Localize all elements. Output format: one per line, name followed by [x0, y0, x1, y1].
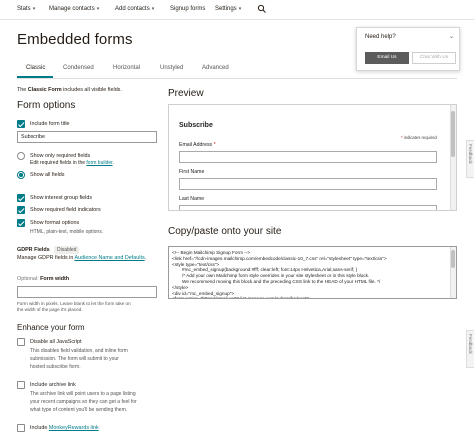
intro-text: The Classic Form includes all visible fi…	[17, 87, 122, 93]
code-scrollbar[interactable]	[450, 247, 456, 298]
embed-code-textarea[interactable]: <!-- Begin Mailchimp Signup Form --> <lin…	[168, 246, 457, 299]
nav-manage-contacts[interactable]: Manage contacts ▾	[49, 6, 99, 12]
tab-horizontal[interactable]: Horizontal	[113, 65, 140, 71]
need-help-title: Need help?	[365, 34, 396, 40]
preview-heading: Preview	[168, 88, 204, 99]
format-options-label: Show format options	[30, 220, 80, 226]
interest-groups-checkbox[interactable]	[17, 194, 25, 202]
nav-settings-label: Settings	[215, 6, 237, 12]
archive-desc-2: your recent campaigns so they can get a …	[30, 399, 137, 405]
disable-js-label: Disable all JavaScript	[30, 339, 82, 345]
feedback-tab-lower[interactable]: Feedback	[466, 330, 474, 368]
embed-code-lines: <!-- Begin Mailchimp Signup Form --> <lin…	[172, 250, 448, 299]
gdpr-label: GDPR Fields	[17, 247, 50, 253]
only-required-label: Show only required fields	[30, 153, 91, 159]
feedback-tab[interactable]: Feedback	[466, 140, 474, 178]
email-us-button[interactable]: Email Us	[365, 52, 409, 64]
required-indicators-label: Show required field indicators	[30, 207, 101, 213]
disable-js-desc-3: hosted subscribe form.	[30, 364, 81, 370]
disable-js-checkbox[interactable]	[17, 338, 25, 346]
preview-email-input[interactable]	[179, 151, 437, 163]
enhance-heading: Enhance your form	[17, 323, 85, 332]
form-options-heading: Form options	[17, 100, 76, 111]
form-width-input[interactable]	[17, 286, 157, 298]
page-title: Embedded forms	[17, 31, 133, 48]
archive-desc-3: what type of content you'll be sending t…	[30, 407, 128, 413]
interest-groups-label: Show interest group fields	[30, 195, 93, 201]
code-scroll-thumb[interactable]	[451, 250, 455, 268]
all-fields-radio[interactable]	[17, 171, 25, 179]
feedback-label: Feedback	[468, 144, 473, 164]
disable-js-desc-2: submission. The form will submit to your	[30, 356, 119, 362]
chevron-down-icon: ▾	[151, 6, 155, 12]
tab-condensed[interactable]: Condensed	[63, 65, 94, 71]
search-icon[interactable]	[257, 4, 267, 14]
preview-email-label: Email Address *	[179, 142, 216, 148]
active-tab-indicator	[17, 76, 53, 78]
audience-defaults-link[interactable]: Audience Name and Defaults	[75, 255, 145, 261]
only-required-sub: Edit required fields in the form builder…	[30, 160, 114, 166]
form-preview: Subscribe * indicates required Email Add…	[168, 104, 457, 211]
nav-add-contacts-label: Add contacts	[115, 6, 150, 12]
format-options-checkbox[interactable]	[17, 219, 25, 227]
archive-desc-1: The archive link will point users to a p…	[30, 391, 136, 397]
feedback-label-lower: Feedback	[468, 334, 473, 354]
nav-add-contacts[interactable]: Add contacts ▾	[115, 6, 154, 12]
archive-link-checkbox[interactable]	[17, 381, 25, 389]
chevron-down-icon: ▾	[32, 6, 36, 12]
chevron-down-icon[interactable]: ⌄	[449, 33, 454, 40]
monkey-rewards-link[interactable]: MonkeyRewards link	[49, 425, 99, 431]
nav-stats[interactable]: Stats ▾	[17, 6, 35, 12]
chevron-down-icon: ▾	[238, 6, 242, 12]
only-required-radio[interactable]	[17, 152, 25, 160]
need-help-popup: Need help? ⌄ Email Us Chat With Us	[356, 27, 460, 71]
preview-last-name-input[interactable]	[179, 205, 437, 210]
preview-last-name-label: Last Name	[179, 196, 205, 202]
preview-form-title: Subscribe	[179, 122, 213, 129]
preview-scroll-thumb[interactable]	[451, 111, 455, 157]
form-width-help-1: Form width in pixels. Leave blank to let…	[17, 301, 131, 306]
monkey-rewards-checkbox[interactable]	[17, 424, 25, 432]
nav-settings[interactable]: Settings ▾	[215, 6, 241, 12]
form-width-label: Optional: Form width	[17, 276, 70, 282]
chevron-down-icon: ▾	[96, 6, 100, 12]
preview-first-name-input[interactable]	[179, 178, 437, 190]
tab-classic[interactable]: Classic	[26, 65, 45, 71]
nav-manage-contacts-label: Manage contacts	[49, 6, 95, 12]
preview-first-name-label: First Name	[179, 169, 205, 175]
form-width-help-2: the width of the page it's placed.	[17, 307, 83, 312]
monkey-rewards-label: Include MonkeyRewards link	[30, 425, 99, 431]
nav-signup-forms-label: Signup forms	[170, 6, 206, 12]
code-line: <form action="https://gmail.us20.list-ma…	[172, 296, 309, 299]
include-title-checkbox[interactable]	[17, 120, 25, 128]
top-nav: Stats ▾ Manage contacts ▾ Add contacts ▾ Si…	[0, 0, 474, 20]
disable-js-desc-1: This disables field validation, and inli…	[30, 348, 128, 354]
chat-with-us-button[interactable]: Chat With Us	[412, 52, 456, 64]
gdpr-status-badge: Disabled	[54, 246, 80, 254]
form-title-input[interactable]: Subscribe	[17, 131, 157, 143]
format-options-sub: HTML, plain-text, mobile options.	[30, 229, 104, 235]
gdpr-sub: Manage GDPR fields in Audience Name and …	[17, 255, 147, 261]
required-indicators-checkbox[interactable]	[17, 206, 25, 214]
tab-unstyled[interactable]: Unstyled	[160, 65, 183, 71]
preview-scrollbar[interactable]	[450, 105, 456, 210]
tab-advanced[interactable]: Advanced	[202, 65, 229, 71]
nav-stats-label: Stats	[17, 6, 31, 12]
copy-heading: Copy/paste onto your site	[168, 226, 282, 237]
form-builder-link[interactable]: form builder	[86, 160, 112, 166]
archive-link-label: Include archive link	[30, 382, 76, 388]
include-title-label: Include form title	[30, 121, 70, 127]
nav-signup-forms[interactable]: Signup forms	[170, 6, 205, 12]
required-note: * indicates required	[401, 135, 437, 140]
all-fields-label: Show all fields	[30, 172, 65, 178]
